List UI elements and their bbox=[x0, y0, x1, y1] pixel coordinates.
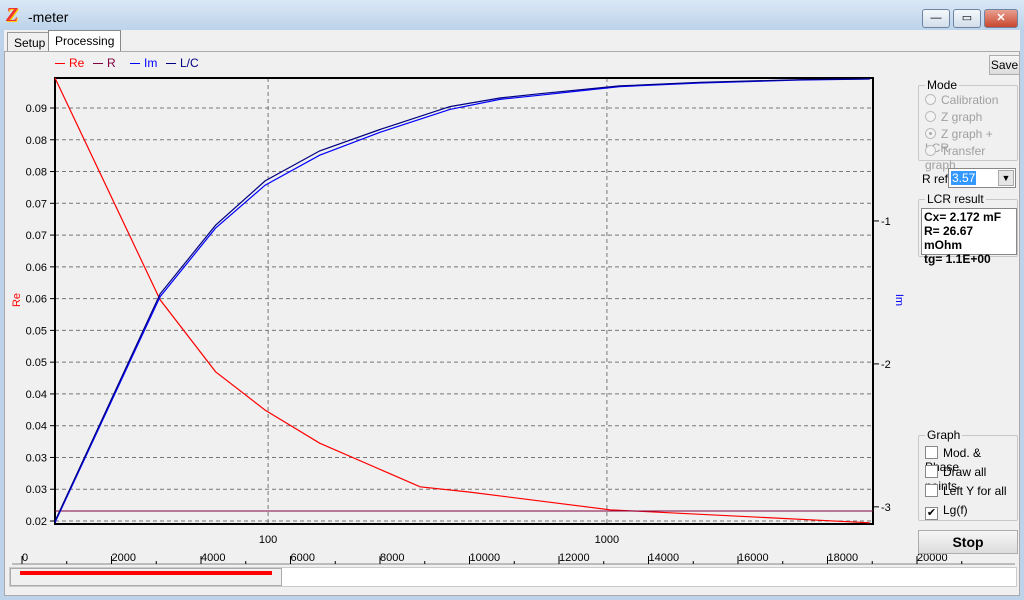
y-left-tick-label: 0.06 bbox=[26, 294, 47, 306]
checkbox-label: Left Y for all bbox=[943, 484, 1007, 498]
y-right-tick-label: -1 bbox=[881, 216, 891, 228]
checkmark-icon: ✔ bbox=[925, 507, 938, 520]
series-re-line bbox=[54, 77, 870, 524]
x-tick-label: 100 bbox=[259, 534, 277, 546]
lcr-result-box: Cx= 2.172 mF R= 26.67 mOhm tg= 1.1E+00 bbox=[921, 208, 1017, 266]
y-left-tick-label: 0.07 bbox=[26, 230, 47, 242]
radio-icon bbox=[925, 145, 936, 156]
graph-group: Graph Mod. & Phase Draw all points Left … bbox=[918, 428, 1018, 521]
y-left-tick-label: 0.07 bbox=[26, 198, 47, 210]
y-left-tick-label: 0.02 bbox=[26, 516, 47, 528]
progress-scale-label: 18000 bbox=[828, 552, 859, 564]
y-left-tick-label: 0.03 bbox=[26, 452, 47, 464]
checkbox-label: Lg(f) bbox=[943, 503, 968, 517]
y-left-tick-label: 0.08 bbox=[26, 135, 47, 147]
radio-icon bbox=[925, 94, 936, 105]
progress-scale-label: 8000 bbox=[380, 552, 404, 564]
lcr-cx: Cx= 2.172 mF bbox=[924, 210, 1002, 224]
progress-slider[interactable] bbox=[10, 568, 282, 586]
graph-label: Graph bbox=[925, 428, 963, 442]
mode-group: Mode Calibration Z graph Z graph + LCR T… bbox=[918, 78, 1018, 172]
chevron-down-icon[interactable]: ▼ bbox=[998, 170, 1014, 186]
y-right-axis-label: Im bbox=[893, 294, 905, 306]
y-left-axis-label: Re bbox=[11, 293, 23, 307]
progress-scale-label: 14000 bbox=[649, 552, 680, 564]
lcr-result-label: LCR result bbox=[925, 192, 986, 206]
progress-scale-label: 6000 bbox=[291, 552, 315, 564]
radio-label: Calibration bbox=[941, 93, 999, 107]
y-left-tick-label: 0.05 bbox=[26, 325, 47, 337]
y-right-tick-label: -3 bbox=[881, 502, 891, 514]
lg-f-checkbox[interactable]: ✔ Lg(f) bbox=[925, 503, 968, 520]
left-y-for-all-checkbox[interactable]: Left Y for all bbox=[925, 484, 1007, 498]
y-left-tick-label: 0.04 bbox=[26, 389, 47, 401]
y-left-tick-label: 0.04 bbox=[26, 421, 47, 433]
y-left-tick-label: 0.05 bbox=[26, 357, 47, 369]
y-left-tick-label: 0.06 bbox=[26, 262, 47, 274]
rref-value: 3.57 bbox=[951, 171, 977, 185]
lcr-result-group: LCR result Cx= 2.172 mF R= 26.67 mOhm tg… bbox=[918, 192, 1018, 266]
y-left-tick-label: 0.08 bbox=[26, 167, 47, 179]
x-tick-label: 1000 bbox=[595, 534, 619, 546]
save-button[interactable]: Save bbox=[989, 55, 1020, 75]
y-left-tick-label: 0.09 bbox=[26, 103, 47, 115]
rref-select[interactable]: 3.57 ▼ bbox=[948, 168, 1016, 188]
mode-calibration-radio[interactable]: Calibration bbox=[925, 93, 998, 107]
stop-button[interactable]: Stop bbox=[918, 530, 1018, 554]
rref-label: R ref bbox=[922, 172, 949, 186]
lcr-r: R= 26.67 mOhm bbox=[924, 224, 974, 252]
y-right-tick-label: -2 bbox=[881, 359, 891, 371]
checkbox-icon bbox=[925, 446, 938, 459]
mode-z-graph-radio[interactable]: Z graph bbox=[925, 110, 982, 124]
progress-scale-label: 2000 bbox=[112, 552, 136, 564]
radio-icon bbox=[925, 111, 936, 122]
checkbox-icon bbox=[925, 484, 938, 497]
radio-selected-icon bbox=[925, 128, 936, 139]
series-im-line bbox=[54, 78, 870, 523]
checkbox-icon bbox=[925, 465, 938, 478]
progress-bar bbox=[20, 571, 272, 575]
y-left-tick-label: 0.03 bbox=[26, 484, 47, 496]
progress-scale-label: 10000 bbox=[470, 552, 501, 564]
progress-scale-label: 4000 bbox=[201, 552, 225, 564]
progress-scale-label: 0 bbox=[22, 552, 28, 564]
impedance-chart: 0.09 0.08 0.08 0.07 0.07 0.06 0.06 0.05 0.05 0.04… bbox=[11, 77, 1015, 565]
series-lc-line bbox=[54, 78, 870, 522]
progress-scale-label: 16000 bbox=[738, 552, 769, 564]
mode-label: Mode bbox=[925, 78, 960, 92]
radio-label: Z graph bbox=[941, 110, 983, 124]
progress-track bbox=[9, 567, 1017, 587]
lcr-tg: tg= 1.1E+00 bbox=[924, 252, 991, 266]
progress-scale-label: 12000 bbox=[559, 552, 590, 564]
